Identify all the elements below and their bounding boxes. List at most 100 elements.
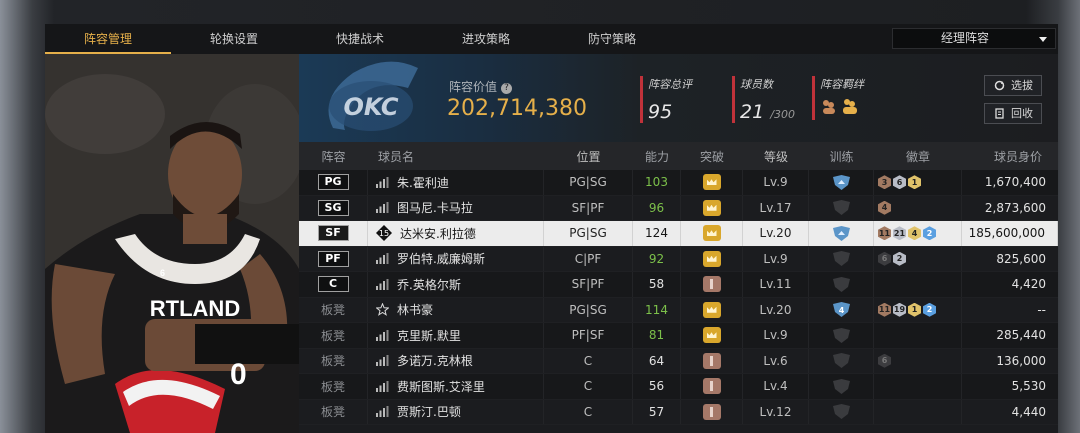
- badges-cell[interactable]: 11 19 1 2: [874, 297, 962, 322]
- table-row[interactable]: SF 15 达米安.利拉德 PG|SG 124 Lv.20 11 21 4 2 185,600,00…: [299, 221, 1058, 247]
- svg-text:6: 6: [160, 268, 165, 278]
- slot-cell[interactable]: SG: [299, 195, 368, 220]
- badges-cell[interactable]: 361: [874, 170, 962, 195]
- player-name: 多诺万.克林根: [397, 354, 473, 369]
- badges-cell[interactable]: 4: [874, 195, 962, 220]
- breakthrough-cell[interactable]: [681, 323, 743, 348]
- svg-text:0: 0: [230, 358, 247, 391]
- chemistry-label: 阵容羁绊: [820, 78, 864, 91]
- table-row[interactable]: PG 朱.霍利迪 PG|SG 103 Lv.9 3 6 1 1,670,400: [299, 170, 1058, 196]
- table-row[interactable]: SG 图马尼.卡马拉 SF|PF 96 Lv.17 4 2,873,600: [299, 195, 1058, 221]
- slot-cell[interactable]: C: [299, 272, 368, 297]
- breakthrough-cell[interactable]: [681, 246, 743, 271]
- col-badges[interactable]: 徽章: [874, 142, 962, 170]
- player-name-cell[interactable]: 克里斯.默里: [368, 323, 544, 348]
- badge-hex-icon: 1: [908, 302, 921, 317]
- badges-cell[interactable]: 62: [874, 246, 962, 271]
- table-row[interactable]: 板凳 贾斯汀.巴顿 C 57 Lv.12 4,440: [299, 399, 1058, 425]
- badge-hex-icon: 11: [878, 226, 891, 241]
- player-name-cell[interactable]: 15 达米安.利拉德: [368, 221, 544, 246]
- breakthrough-cell[interactable]: [681, 195, 743, 220]
- training-cell[interactable]: [809, 323, 874, 348]
- lineup-dropdown[interactable]: 经理阵容: [892, 28, 1056, 49]
- player-name-cell[interactable]: 朱.霍利迪: [368, 170, 544, 195]
- breakthrough-cell[interactable]: [681, 374, 743, 399]
- table-row[interactable]: 板凳 林书豪 PG|SG 114 Lv.20 4 11 19 1 2 --: [299, 297, 1058, 323]
- training-shield-icon: [832, 200, 850, 216]
- signal-bars-icon: [376, 406, 389, 418]
- player-name-cell[interactable]: 图马尼.卡马拉: [368, 195, 544, 220]
- training-cell[interactable]: [809, 399, 874, 424]
- badges-cell[interactable]: [874, 374, 962, 399]
- tab-lineup-management[interactable]: 阵容管理: [45, 24, 171, 54]
- level-cell: Lv.17: [743, 195, 809, 220]
- slot-cell[interactable]: 板凳: [299, 399, 368, 424]
- training-cell[interactable]: 4: [809, 297, 874, 322]
- level-cell: Lv.11: [743, 272, 809, 297]
- slot-cell[interactable]: 板凳: [299, 297, 368, 322]
- badges-cell[interactable]: [874, 323, 962, 348]
- bench-label: 板凳: [320, 303, 345, 318]
- table-row[interactable]: 板凳 多诺万.克林根 C 64 Lv.6 6 136,000: [299, 348, 1058, 374]
- player-name-cell[interactable]: 罗伯特.威廉姆斯: [368, 246, 544, 271]
- slot-cell[interactable]: PF: [299, 246, 368, 271]
- player-name-cell[interactable]: 费斯图斯.艾泽里: [368, 374, 544, 399]
- player-name-cell[interactable]: 林书豪: [368, 297, 544, 322]
- svg-text:15: 15: [379, 229, 389, 238]
- player-portrait-illustration: RTLAND 0 6: [45, 54, 299, 433]
- level-cell: Lv.20: [743, 297, 809, 322]
- tab-offense-strategy[interactable]: 进攻策略: [423, 24, 549, 54]
- training-cell[interactable]: [809, 170, 874, 195]
- bench-label: 板凳: [320, 328, 345, 343]
- recycle-button[interactable]: 回收: [984, 103, 1042, 124]
- player-name-cell[interactable]: 乔.英格尔斯: [368, 272, 544, 297]
- slot-cell[interactable]: 板凳: [299, 374, 368, 399]
- badge-hex-icon: 2: [893, 251, 906, 266]
- tab-defense-strategy[interactable]: 防守策略: [549, 24, 675, 54]
- table-row[interactable]: 板凳 费斯图斯.艾泽里 C 56 Lv.4 5,530: [299, 374, 1058, 400]
- col-ability[interactable]: 能力: [633, 142, 681, 170]
- select-button[interactable]: 选拔: [984, 75, 1042, 96]
- table-row[interactable]: 板凳 克里斯.默里 PF|SF 81 Lv.9 285,440: [299, 323, 1058, 349]
- player-value-cell: 136,000: [996, 353, 1046, 368]
- col-training[interactable]: 训练: [809, 142, 874, 170]
- training-cell[interactable]: [809, 272, 874, 297]
- col-player-value[interactable]: 球员身价: [962, 142, 1058, 170]
- table-row[interactable]: PF 罗伯特.威廉姆斯 C|PF 92 Lv.9 6 2 825,600: [299, 246, 1058, 272]
- player-name-cell[interactable]: 多诺万.克林根: [368, 348, 544, 373]
- breakthrough-cell[interactable]: [681, 399, 743, 424]
- badges-cell[interactable]: 11 21 4 2: [874, 221, 962, 246]
- diamond-rank-icon: 15: [376, 225, 392, 242]
- training-cell[interactable]: [809, 374, 874, 399]
- slot-cell[interactable]: 板凳: [299, 323, 368, 348]
- player-name-cell[interactable]: 贾斯汀.巴顿: [368, 399, 544, 424]
- col-breakthrough[interactable]: 突破: [681, 142, 743, 170]
- training-cell[interactable]: [809, 195, 874, 220]
- tab-rotation-settings[interactable]: 轮换设置: [171, 24, 297, 54]
- breakthrough-cell[interactable]: [681, 348, 743, 373]
- col-position[interactable]: 位置: [544, 142, 633, 170]
- breakthrough-crown-icon: [702, 301, 721, 318]
- training-cell[interactable]: [809, 348, 874, 373]
- player-name: 克里斯.默里: [397, 328, 461, 343]
- badges-cell[interactable]: [874, 272, 962, 297]
- col-player-name[interactable]: 球员名: [368, 142, 544, 170]
- breakthrough-cell[interactable]: [681, 297, 743, 322]
- col-lineup[interactable]: 阵容: [299, 142, 368, 170]
- breakthrough-cell[interactable]: [681, 221, 743, 246]
- slot-cell[interactable]: 板凳: [299, 348, 368, 373]
- training-cell[interactable]: [809, 246, 874, 271]
- tab-quick-tactics[interactable]: 快捷战术: [297, 24, 423, 54]
- help-icon[interactable]: ?: [501, 83, 513, 94]
- breakthrough-cell[interactable]: [681, 272, 743, 297]
- slot-cell[interactable]: SF: [299, 221, 368, 246]
- breakthrough-cell[interactable]: [681, 170, 743, 195]
- badges-cell[interactable]: [874, 399, 962, 424]
- col-level[interactable]: 等级: [743, 142, 809, 170]
- slot-cell[interactable]: PG: [299, 170, 368, 195]
- badges-cell[interactable]: 6: [874, 348, 962, 373]
- chemistry-icons[interactable]: [820, 97, 864, 120]
- lineup-panel: 阵容管理 轮换设置 快捷战术 进攻策略 防守策略 经理阵容 RTLAND 0 6…: [45, 24, 1058, 433]
- training-cell[interactable]: [809, 221, 874, 246]
- table-row[interactable]: C 乔.英格尔斯 SF|PF 58 Lv.11 4,420: [299, 272, 1058, 298]
